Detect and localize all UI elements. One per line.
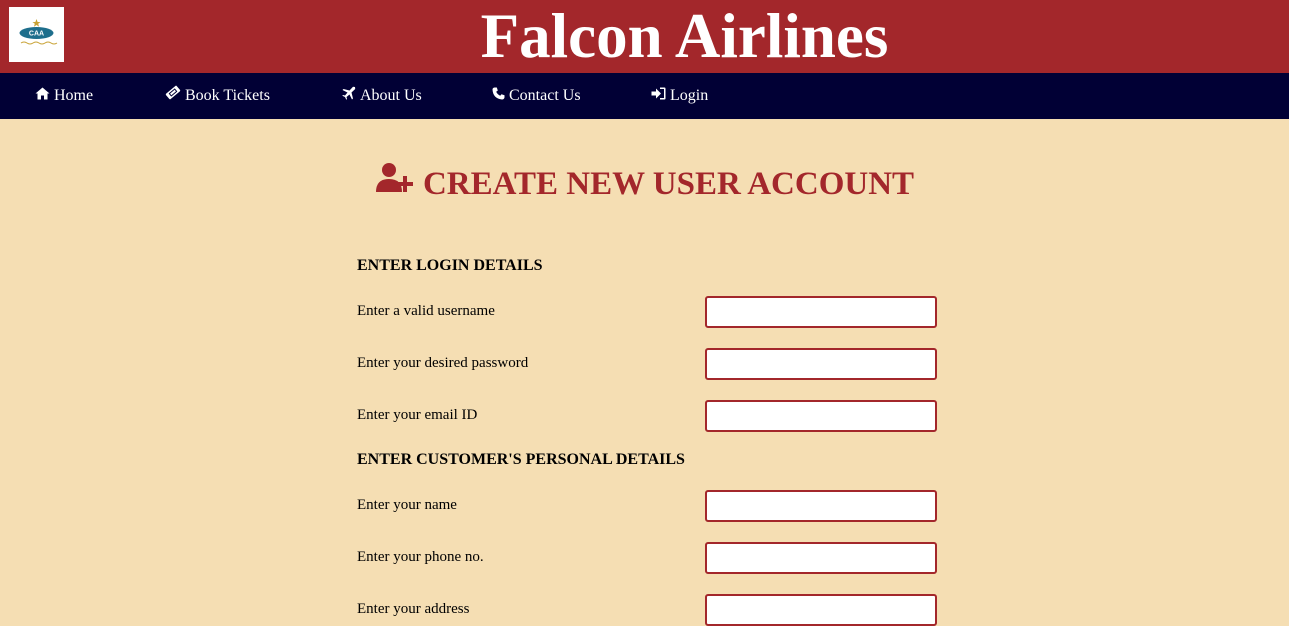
plane-icon [342, 73, 360, 119]
username-label: Enter a valid username [357, 303, 495, 319]
nav-item-contact-us[interactable]: Contact Us [492, 73, 581, 119]
nav-item-home[interactable]: Home [35, 73, 93, 119]
nav-label: About Us [360, 87, 422, 104]
main-nav: Home Book Tickets About Us Contact Us Lo… [0, 73, 1289, 119]
name-input[interactable] [705, 490, 937, 522]
page-heading-text: CREATE NEW USER ACCOUNT [422, 166, 915, 202]
phone-icon [492, 73, 509, 119]
password-input[interactable] [705, 348, 937, 380]
sign-in-icon [651, 73, 670, 119]
user-plus-icon [375, 160, 423, 208]
address-label: Enter your address [357, 601, 470, 617]
ticket-icon [165, 73, 185, 119]
password-label: Enter your desired password [357, 355, 529, 371]
nav-label: Book Tickets [185, 87, 270, 104]
email-label: Enter your email ID [357, 407, 478, 423]
home-icon [35, 73, 54, 119]
nav-item-book-tickets[interactable]: Book Tickets [165, 73, 270, 119]
nav-label: Login [670, 87, 709, 104]
page-heading: CREATE NEW USER ACCOUNT [0, 160, 1289, 208]
nav-label: Home [54, 87, 94, 104]
email-input[interactable] [705, 400, 937, 432]
site-header: CAA Falcon Airlines [0, 0, 1289, 73]
nav-label: Contact Us [509, 87, 581, 104]
phone-input[interactable] [705, 542, 937, 574]
nav-item-login[interactable]: Login [651, 73, 708, 119]
address-input[interactable] [705, 594, 937, 626]
phone-label: Enter your phone no. [357, 549, 484, 565]
name-label: Enter your name [357, 497, 457, 513]
username-input[interactable] [705, 296, 937, 328]
nav-item-about-us[interactable]: About Us [342, 73, 422, 119]
site-title: Falcon Airlines [480, 1, 889, 71]
section-title-personal-details: ENTER CUSTOMER'S PERSONAL DETAILS [357, 451, 685, 468]
section-title-login-details: ENTER LOGIN DETAILS [357, 257, 543, 274]
